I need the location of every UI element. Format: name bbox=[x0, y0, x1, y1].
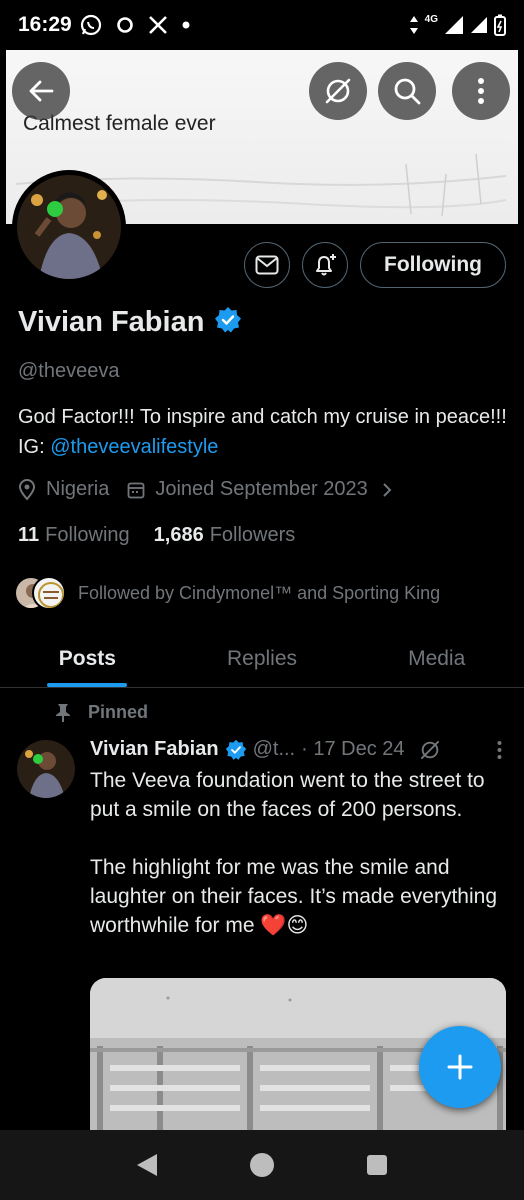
back-icon bbox=[29, 80, 54, 102]
system-nav-bar bbox=[0, 1130, 524, 1200]
dot-icon bbox=[182, 21, 190, 29]
nav-back-button[interactable] bbox=[127, 1145, 167, 1185]
followers-stat[interactable]: 1,686 Followers bbox=[154, 524, 296, 547]
verified-badge-icon bbox=[214, 306, 242, 339]
message-button[interactable] bbox=[244, 242, 290, 288]
bell-plus-icon bbox=[316, 254, 336, 276]
nav-recents-button[interactable] bbox=[357, 1145, 397, 1185]
location-icon bbox=[18, 478, 36, 501]
post-header: Vivian Fabian @t... · 17 Dec 24 bbox=[90, 738, 510, 761]
status-bar: 16:29 4G bbox=[0, 0, 524, 50]
circle-home-icon bbox=[249, 1153, 274, 1177]
post-more-icon[interactable] bbox=[497, 740, 502, 760]
more-icon bbox=[478, 78, 484, 104]
mail-icon bbox=[255, 255, 279, 275]
profile-avatar-frame[interactable] bbox=[12, 170, 126, 284]
avatar bbox=[17, 175, 121, 279]
grok-icon bbox=[325, 78, 351, 104]
sync-icon bbox=[116, 16, 134, 34]
signal-icon bbox=[444, 15, 464, 35]
post-author-handle: @t... bbox=[252, 738, 296, 760]
network-label: 4G bbox=[424, 13, 438, 25]
grok-button[interactable] bbox=[309, 62, 367, 120]
followed-by-text: Followed by Cindymonel™ and Sporting Kin… bbox=[78, 582, 441, 603]
verified-badge-icon bbox=[225, 739, 247, 761]
followers-label: Followers bbox=[209, 524, 296, 546]
triangle-back-icon bbox=[137, 1154, 158, 1176]
status-time: 16:29 bbox=[18, 13, 72, 36]
profile-handle: @theveeva bbox=[18, 360, 120, 382]
whatsapp-icon bbox=[80, 14, 102, 36]
search-button[interactable] bbox=[378, 62, 436, 120]
profile-name: Vivian Fabian bbox=[18, 306, 205, 338]
pinned-label: Pinned bbox=[88, 702, 149, 722]
search-icon bbox=[394, 78, 421, 105]
avatar bbox=[32, 576, 66, 610]
more-button[interactable] bbox=[452, 62, 510, 120]
grok-icon[interactable] bbox=[419, 739, 441, 761]
notifications-button[interactable] bbox=[302, 242, 348, 288]
plus-icon bbox=[447, 1054, 473, 1080]
following-stat[interactable]: 11 Following bbox=[18, 524, 130, 547]
nav-home-button[interactable] bbox=[242, 1145, 282, 1185]
tab-replies[interactable]: Replies bbox=[175, 630, 350, 687]
tab-media[interactable]: Media bbox=[349, 630, 524, 687]
pin-icon bbox=[54, 703, 72, 723]
profile-tabs: Posts Replies Media bbox=[0, 630, 524, 688]
signal-icon-2 bbox=[470, 16, 488, 34]
battery-icon bbox=[494, 14, 506, 36]
compose-button[interactable] bbox=[419, 1026, 501, 1108]
post-author-avatar[interactable] bbox=[17, 740, 75, 798]
data-arrows-icon bbox=[409, 15, 419, 35]
mutual-avatars bbox=[14, 576, 68, 610]
post-body: The Veeva foundation went to the street … bbox=[90, 769, 498, 937]
followed-by-row[interactable]: Followed by Cindymonel™ and Sporting Kin… bbox=[14, 576, 440, 610]
following-label: Following bbox=[45, 524, 130, 546]
pinned-label-row: Pinned bbox=[54, 702, 148, 723]
back-button[interactable] bbox=[12, 62, 70, 120]
profile-meta: Nigeria Joined September 2023 bbox=[18, 478, 392, 501]
followers-count: 1,686 bbox=[153, 524, 204, 546]
follow-stats: 11 Following 1,686 Followers bbox=[18, 524, 295, 547]
post-date: · 17 Dec 24 bbox=[301, 738, 405, 760]
profile-bio: God Factor!!! To inspire and catch my cr… bbox=[18, 402, 508, 462]
location-text: Nigeria bbox=[46, 478, 110, 500]
following-button[interactable]: Following bbox=[360, 242, 506, 288]
bio-link[interactable]: @theveevalifestyle bbox=[50, 436, 218, 458]
post-author-name[interactable]: Vivian Fabian bbox=[90, 738, 219, 761]
tab-posts[interactable]: Posts bbox=[0, 630, 175, 687]
square-recents-icon bbox=[366, 1155, 387, 1175]
following-count: 11 bbox=[18, 524, 40, 546]
profile-name-row: Vivian Fabian bbox=[18, 306, 242, 339]
calendar-icon bbox=[127, 481, 145, 499]
chevron-right-icon[interactable] bbox=[382, 482, 392, 498]
joined-text: Joined September 2023 bbox=[155, 478, 368, 500]
x-icon bbox=[148, 15, 168, 35]
